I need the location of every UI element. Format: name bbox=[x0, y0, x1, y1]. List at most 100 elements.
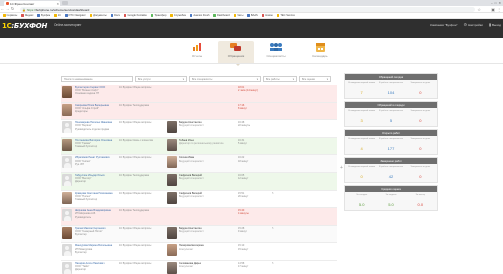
expand-plus-icon[interactable]: + bbox=[340, 165, 343, 171]
employee-cell: Бардин Константин Ведущий специалист bbox=[178, 121, 236, 127]
bookmark-favicon-icon bbox=[189, 14, 193, 17]
stat-value[interactable]: 0.0 bbox=[406, 202, 434, 207]
stat-column: Завершено за день 0 bbox=[406, 138, 434, 151]
settings-link[interactable]: ⚙Настройки bbox=[464, 22, 483, 27]
bookmark-item[interactable]: ТЕС Service bbox=[276, 14, 295, 17]
stat-label: В работе специалистов bbox=[379, 166, 403, 168]
stat-value[interactable]: 5.0 bbox=[377, 202, 405, 207]
stat-value[interactable]: 177 bbox=[377, 146, 405, 151]
table-row[interactable]: Плотникова Виктория Олеговна ООО "Гамма"… bbox=[61, 137, 337, 156]
service-cell: 1С:Бухфон Общие вопросы bbox=[119, 226, 152, 230]
bookmark-item[interactable]: Трансфер bbox=[150, 14, 166, 17]
bookmark-label: BAAS bbox=[250, 14, 258, 17]
reload-icon[interactable]: ↻ bbox=[10, 7, 15, 11]
bookmark-item[interactable]: Бухфон bbox=[37, 14, 50, 17]
tab-reports[interactable]: Отчеты bbox=[179, 41, 215, 63]
bookmark-item[interactable]: ИТС Navigator bbox=[65, 14, 86, 17]
logo[interactable]: 1С:БУХФОН bbox=[2, 22, 47, 30]
bookmark-item[interactable]: Анализ Fresh bbox=[189, 14, 210, 17]
bookmark-star-icon[interactable]: ☆ bbox=[477, 7, 481, 12]
stat-value[interactable]: 0 bbox=[406, 90, 434, 95]
bookmark-favicon-icon bbox=[37, 14, 40, 17]
stat-value[interactable]: 0 bbox=[406, 174, 434, 179]
client-cell[interactable]: Ибрагимов Ренат Рустамович ООО "Сигма" Р… bbox=[73, 156, 117, 166]
logout-icon: ▮ bbox=[488, 22, 492, 27]
stat-value[interactable]: 4 bbox=[348, 146, 376, 151]
tab-calendar[interactable]: Календарь bbox=[302, 41, 338, 63]
client-position: Главный бухгалтер bbox=[75, 197, 98, 201]
logout-link[interactable]: ▮Выход bbox=[489, 22, 501, 27]
bookmark-item[interactable]: Чаты bbox=[233, 14, 243, 17]
client-cell[interactable]: Назаров Антон Павлович ООО "Тайм" Директ… bbox=[73, 262, 117, 272]
table-row[interactable]: Габдуллин Ильдар Ильич ООО "Вектор" Дире… bbox=[61, 172, 337, 191]
employee-avatar bbox=[167, 138, 177, 151]
stat-value[interactable]: 5.0 bbox=[348, 202, 376, 207]
stat-value[interactable]: 0 bbox=[348, 174, 376, 179]
bookmark-label: Анализ Fresh bbox=[193, 14, 210, 17]
bookmark-item[interactable]: Dashboard bbox=[213, 14, 230, 17]
logo-brand: :БУХФОН bbox=[11, 22, 48, 30]
bookmark-item[interactable]: Документы bbox=[89, 14, 107, 17]
extension-icon[interactable]: ▣ bbox=[491, 7, 495, 12]
service-cell: 1С:Бухфон Общие вопросы bbox=[119, 244, 152, 248]
stat-value[interactable]: 0 bbox=[406, 146, 434, 151]
client-cell[interactable]: Кравцова Светлана Николаевна ООО "Полюс"… bbox=[73, 192, 117, 202]
table-row[interactable]: Пономарева Наталья Ивановна ООО "Берёза"… bbox=[61, 120, 337, 138]
client-cell[interactable]: Плотникова Виктория Олеговна ООО "Гамма"… bbox=[73, 139, 117, 149]
bookmark-label: Бухфон bbox=[40, 14, 51, 17]
stat-value[interactable]: 3 bbox=[348, 118, 376, 123]
bookmark-item[interactable]: Служебка bbox=[170, 14, 186, 17]
stat-label: В работе специалистов bbox=[379, 110, 403, 112]
maximize-icon[interactable]: □ bbox=[495, 1, 497, 5]
rating-filter[interactable]: Все оценки ▾ bbox=[299, 76, 331, 82]
bookmark-favicon-icon bbox=[213, 14, 216, 17]
client-cell[interactable]: Габдуллин Ильдар Ильич ООО "Вектор" Дире… bbox=[73, 174, 117, 184]
client-cell[interactable]: Ширшова Анна Владимировна ИП Ширшова А.В… bbox=[73, 209, 117, 219]
table-row[interactable]: Бухгалтерия Сервис ООО ООО "Бизнес-Софт"… bbox=[61, 85, 337, 103]
table-row[interactable]: Ширшова Анна Владимировна ИП Ширшова А.В… bbox=[61, 208, 337, 226]
menu-icon[interactable]: ⋮ bbox=[497, 7, 501, 12]
stat-label: За месяц bbox=[415, 194, 426, 196]
bookmark-label: ИТС Navigator bbox=[68, 14, 86, 17]
table-row[interactable]: Грачев Максим Сергеевич ООО "Северный По… bbox=[61, 225, 337, 244]
client-cell[interactable]: Мансурова Марина Витальевна ИП Мансурова… bbox=[73, 244, 117, 254]
tab-requests[interactable]: Обращения bbox=[218, 41, 254, 63]
client-cell[interactable]: Бухгалтерия Сервис ООО ООО "Бизнес-Софт"… bbox=[73, 86, 117, 96]
specialist-filter[interactable]: Все специалисты ▾ bbox=[189, 76, 261, 82]
table-row[interactable]: Смирнова Юлия Валерьевна ООО "Альфа Стро… bbox=[61, 102, 337, 121]
employee-cell: Селиванова Дарья Консультант bbox=[178, 262, 236, 268]
client-cell[interactable]: Пономарева Наталья Ивановна ООО "Берёза"… bbox=[73, 121, 117, 131]
minimize-icon[interactable]: – bbox=[491, 1, 493, 5]
client-cell[interactable]: Грачев Максим Сергеевич ООО "Северный По… bbox=[73, 227, 117, 237]
service-cell: 1С:Бухфон Общие вопросы bbox=[119, 261, 152, 265]
service-filter[interactable]: Все услуги ▾ bbox=[135, 76, 187, 82]
table-row[interactable]: Ибрагимов Ренат Рустамович ООО "Сигма" Р… bbox=[61, 155, 337, 173]
close-window-icon[interactable]: ✕ bbox=[498, 1, 501, 5]
stat-value[interactable]: 104 bbox=[377, 90, 405, 95]
table-row[interactable]: Назаров Антон Павлович ООО "Тайм" Директ… bbox=[61, 261, 337, 274]
stat-value[interactable]: 42 bbox=[377, 174, 405, 179]
bookmark-item[interactable]: Docs bbox=[110, 14, 120, 17]
tab-staff-label: Специалисты bbox=[266, 54, 286, 58]
time-duration: 5 минут bbox=[238, 141, 247, 145]
client-cell[interactable]: Смирнова Юлия Валерьевна ООО "Альфа Стро… bbox=[73, 104, 117, 114]
bookmark-item[interactable]: Новое bbox=[261, 14, 273, 17]
bookmark-item[interactable]: BAAS bbox=[247, 14, 258, 17]
bookmark-item[interactable]: Сервисы bbox=[3, 14, 17, 17]
bookmark-item[interactable]: Google Kontakte bbox=[123, 14, 147, 17]
bookmark-label: Служебка bbox=[173, 14, 186, 17]
stat-value[interactable]: 0 bbox=[406, 118, 434, 123]
stat-value[interactable]: 5 bbox=[377, 118, 405, 123]
bookmark-item[interactable]: 1С bbox=[54, 14, 61, 17]
new-tab-button[interactable] bbox=[62, 1, 68, 5]
tab-staff[interactable]: Специалисты bbox=[258, 41, 294, 63]
bookmark-item[interactable]: Яндекс bbox=[21, 14, 33, 17]
work-filter[interactable]: Все работы ▾ bbox=[263, 76, 297, 82]
company-name[interactable]: Компания "Бухфон" bbox=[430, 23, 457, 27]
address-bar[interactable]: 🔒 https:// buhphone.ru/scheme/service/da… bbox=[20, 7, 475, 12]
stat-value[interactable]: 7 bbox=[348, 90, 376, 95]
search-input[interactable]: Поиск по наименованию bbox=[61, 76, 133, 82]
close-tab-icon[interactable]: ✕ bbox=[56, 2, 60, 6]
table-row[interactable]: Кравцова Светлана Николаевна ООО "Полюс"… bbox=[61, 191, 337, 209]
table-row[interactable]: Мансурова Марина Витальевна ИП Мансурова… bbox=[61, 243, 337, 261]
